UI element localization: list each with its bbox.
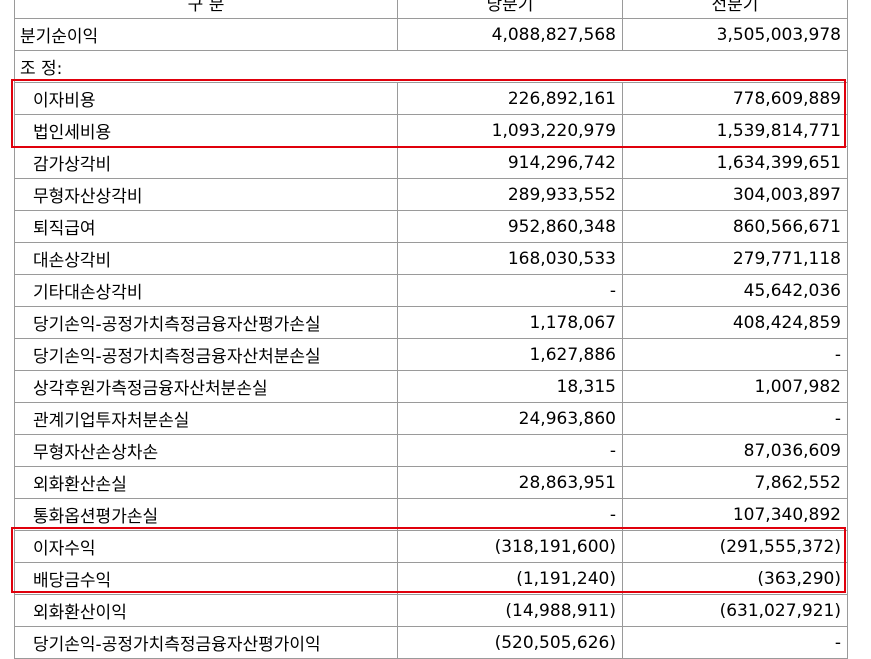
- current-value: -: [397, 434, 623, 467]
- section-label: 조 정:: [14, 50, 848, 83]
- row-label: 당기손익-공정가치측정금융자산평가이익: [14, 626, 398, 659]
- table-row: 무형자산상각비 289,933,552 304,003,897: [14, 178, 848, 211]
- cash-flow-adjustments-table: 구 분 당분기 전분기 분기순이익 4,088,827,568 3,505,003,…: [14, 0, 848, 659]
- current-value: 914,296,742: [397, 146, 623, 179]
- row-label: 당기손익-공정가치측정금융자산평가손실: [14, 306, 398, 339]
- table-row: 당기손익-공정가치측정금융자산평가이익 (520,505,626) -: [14, 626, 848, 659]
- prior-value: -: [622, 402, 848, 435]
- prior-value: 778,609,889: [622, 82, 848, 115]
- row-label: 무형자산손상차손: [14, 434, 398, 467]
- row-label: 배당금수익: [14, 562, 398, 595]
- row-label: 상각후원가측정금융자산처분손실: [14, 370, 398, 403]
- prior-value: 45,642,036: [622, 274, 848, 307]
- current-value: (14,988,911): [397, 594, 623, 627]
- prior-value: (363,290): [622, 562, 848, 595]
- cash-flow-adjustments-table-container: 구 분 당분기 전분기 분기순이익 4,088,827,568 3,505,003,…: [14, 0, 848, 659]
- row-label: 통화옵션평가손실: [14, 498, 398, 531]
- table-row: 외화환산손실 28,863,951 7,862,552: [14, 466, 848, 499]
- prior-value: 3,505,003,978: [622, 18, 848, 51]
- header-prior-quarter: 전분기: [622, 0, 848, 19]
- table-row: 퇴직급여 952,860,348 860,566,671: [14, 210, 848, 243]
- row-label: 당기손익-공정가치측정금융자산처분손실: [14, 338, 398, 371]
- row-label: 이자수익: [14, 530, 398, 563]
- prior-value: 304,003,897: [622, 178, 848, 211]
- table-row: 관계기업투자처분손실 24,963,860-: [14, 402, 848, 435]
- prior-value: 107,340,892: [622, 498, 848, 531]
- prior-value: (631,027,921): [622, 594, 848, 627]
- current-value: -: [397, 274, 623, 307]
- header-category: 구 분: [14, 0, 398, 19]
- table-row: 이자수익 (318,191,600) (291,555,372): [14, 530, 848, 563]
- row-label: 이자비용: [14, 82, 398, 115]
- prior-value: 408,424,859: [622, 306, 848, 339]
- prior-value: (291,555,372): [622, 530, 848, 563]
- current-value: 28,863,951: [397, 466, 623, 499]
- prior-value: 1,634,399,651: [622, 146, 848, 179]
- current-value: 1,093,220,979: [397, 114, 623, 147]
- row-label: 퇴직급여: [14, 210, 398, 243]
- table-row: 조 정:: [14, 50, 848, 83]
- prior-value: -: [622, 626, 848, 659]
- current-value: 168,030,533: [397, 242, 623, 275]
- prior-value: -: [622, 338, 848, 371]
- prior-value: 860,566,671: [622, 210, 848, 243]
- table-row: 기타대손상각비 -45,642,036: [14, 274, 848, 307]
- table-row: 분기순이익 4,088,827,568 3,505,003,978: [14, 18, 848, 51]
- current-value: (318,191,600): [397, 530, 623, 563]
- current-value: 952,860,348: [397, 210, 623, 243]
- current-value: (520,505,626): [397, 626, 623, 659]
- table-row: 당기손익-공정가치측정금융자산평가손실 1,178,067 408,424,859: [14, 306, 848, 339]
- table-row: 외화환산이익 (14,988,911) (631,027,921): [14, 594, 848, 627]
- prior-value: 1,539,814,771: [622, 114, 848, 147]
- row-label: 법인세비용: [14, 114, 398, 147]
- table-row: 대손상각비 168,030,533 279,771,118: [14, 242, 848, 275]
- header-row: 구 분 당분기 전분기: [14, 0, 848, 19]
- row-label: 기타대손상각비: [14, 274, 398, 307]
- row-label: 무형자산상각비: [14, 178, 398, 211]
- current-value: 1,178,067: [397, 306, 623, 339]
- table-row: 당기손익-공정가치측정금융자산처분손실 1,627,886-: [14, 338, 848, 371]
- row-label: 외화환산이익: [14, 594, 398, 627]
- row-label: 감가상각비: [14, 146, 398, 179]
- table-row: 감가상각비 914,296,742 1,634,399,651: [14, 146, 848, 179]
- prior-value: 7,862,552: [622, 466, 848, 499]
- current-value: 24,963,860: [397, 402, 623, 435]
- row-label: 분기순이익: [14, 18, 398, 51]
- prior-value: 279,771,118: [622, 242, 848, 275]
- row-label: 대손상각비: [14, 242, 398, 275]
- table-row: 배당금수익 (1,191,240) (363,290): [14, 562, 848, 595]
- table-row: 통화옵션평가손실 -107,340,892: [14, 498, 848, 531]
- current-value: -: [397, 498, 623, 531]
- prior-value: 87,036,609: [622, 434, 848, 467]
- current-value: 289,933,552: [397, 178, 623, 211]
- prior-value: 1,007,982: [622, 370, 848, 403]
- current-value: 1,627,886: [397, 338, 623, 371]
- current-value: 226,892,161: [397, 82, 623, 115]
- table-row: 무형자산손상차손 -87,036,609: [14, 434, 848, 467]
- current-value: 4,088,827,568: [397, 18, 623, 51]
- table-row: 법인세비용 1,093,220,979 1,539,814,771: [14, 114, 848, 147]
- current-value: 18,315: [397, 370, 623, 403]
- header-current-quarter: 당분기: [397, 0, 623, 19]
- current-value: (1,191,240): [397, 562, 623, 595]
- table-row: 상각후원가측정금융자산처분손실 18,315 1,007,982: [14, 370, 848, 403]
- row-label: 관계기업투자처분손실: [14, 402, 398, 435]
- table-row: 이자비용 226,892,161 778,609,889: [14, 82, 848, 115]
- row-label: 외화환산손실: [14, 466, 398, 499]
